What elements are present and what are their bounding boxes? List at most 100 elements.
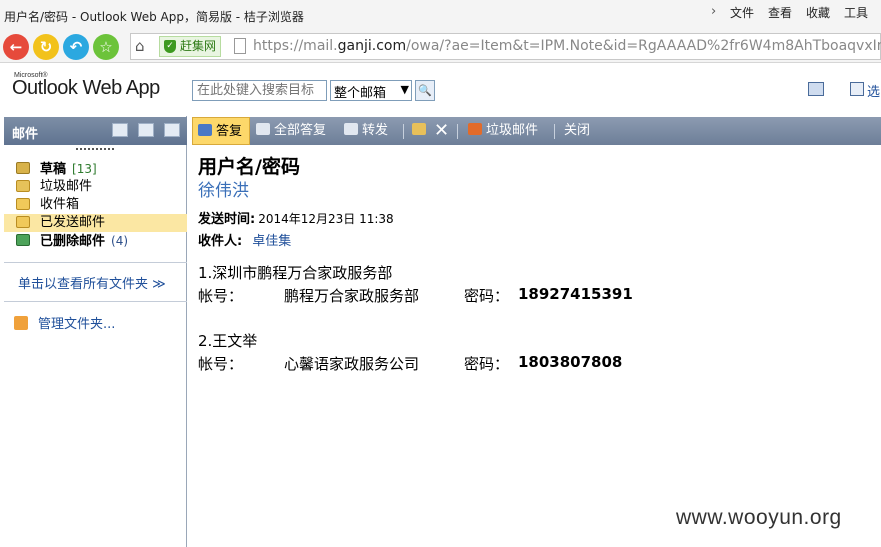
search-input[interactable] — [192, 80, 327, 101]
calendar-icon[interactable] — [138, 123, 154, 137]
back-icon[interactable]: ← — [3, 34, 29, 60]
url-path: /owa/?ae=Item&t=IPM.Note&id=RgAAAAD%2fr6… — [406, 38, 881, 54]
folder-sent[interactable]: 已发送邮件 — [4, 214, 187, 232]
divider — [4, 301, 187, 302]
mail-pane-header: 邮件 — [4, 117, 187, 145]
mail-pane-title: 邮件 — [12, 127, 39, 142]
forward-button[interactable]: 转发 — [344, 117, 388, 145]
password-value: 18927415391 — [518, 285, 633, 303]
safe-site-label: 赶集网 — [180, 39, 217, 53]
folder-deleted[interactable]: 已删除邮件 (4) — [4, 232, 187, 250]
folder-label: 收件箱 — [40, 197, 80, 212]
account-value: 心馨语家政服务公司 — [284, 355, 420, 373]
account-label: 帐号： — [198, 355, 244, 373]
move-button[interactable] — [412, 117, 430, 145]
inbox-icon — [16, 198, 30, 210]
folder-count: (4) — [111, 234, 129, 248]
pane-resize-grip[interactable] — [76, 148, 114, 150]
reply-label: 答复 — [216, 124, 243, 139]
left-navigation-pane: 邮件 草稿 [13] 垃圾邮件 收件箱 已发送邮件 已删除邮件 (4) 单击以查看所… — [0, 116, 187, 547]
options-icon[interactable] — [850, 82, 864, 96]
password-label: 密码： — [464, 355, 510, 373]
manage-folders-label: 管理文件夹... — [38, 317, 116, 332]
folder-drafts[interactable]: 草稿 [13] — [4, 160, 187, 178]
owa-header: Microsoft® Outlook Web App 整个邮箱 ▼ 🔍 选 — [0, 64, 881, 116]
account-label: 帐号： — [198, 287, 244, 305]
drafts-icon — [16, 162, 30, 174]
menu-file[interactable]: 文件 — [730, 4, 754, 21]
manage-folders-icon — [14, 316, 28, 330]
chevron-right-icon[interactable]: › — [711, 4, 716, 19]
reply-button[interactable]: 答复 — [192, 117, 250, 145]
mail-icon[interactable] — [112, 123, 128, 137]
options-label[interactable]: 选 — [867, 81, 880, 100]
forward-label: 转发 — [362, 123, 389, 138]
shield-icon: ✓ — [164, 40, 176, 53]
url-text[interactable]: https://mail.ganji.com/owa/?ae=Item&t=IP… — [253, 38, 881, 54]
delete-icon[interactable]: ✕ — [434, 117, 449, 145]
undo-icon[interactable]: ↶ — [63, 34, 89, 60]
toolbar-separator — [403, 124, 404, 139]
recipient-value[interactable]: 卓佳集 — [252, 234, 291, 249]
folder-count: [13] — [72, 162, 97, 176]
chevron-down-icon: ▼ — [400, 83, 409, 96]
browser-nav-bar: ← ↻ ↶ ☆ ⌂ ✓ 赶集网 https://mail.ganji.com/o… — [0, 30, 881, 63]
toolbar-separator — [554, 124, 555, 139]
favorite-star-icon[interactable]: ☆ — [93, 34, 119, 60]
folder-label: 已删除邮件 — [40, 234, 106, 249]
message-toolbar: 答复 全部答复 转发 ✕ 垃圾邮件 关闭 — [192, 117, 881, 145]
menu-view[interactable]: 查看 — [768, 4, 792, 21]
search-scope-value: 整个邮箱 — [334, 86, 387, 101]
junk-button[interactable]: 垃圾邮件 — [468, 117, 538, 145]
address-book-icon[interactable] — [808, 82, 824, 96]
move-to-folder-icon — [412, 123, 426, 135]
sent-time-label: 发送时间: — [198, 212, 256, 227]
reload-icon[interactable]: ↻ — [33, 34, 59, 60]
menu-favorites[interactable]: 收藏 — [806, 4, 830, 21]
reply-all-label: 全部答复 — [274, 123, 327, 138]
entry-title: 2.王文举 — [198, 332, 258, 350]
watermark: www.wooyun.org — [676, 506, 842, 529]
url-domain: ganji.com — [337, 38, 407, 54]
reply-all-button[interactable]: 全部答复 — [256, 117, 326, 145]
divider — [4, 262, 187, 263]
owa-logo: Outlook Web App — [12, 77, 160, 99]
recipient-row: 收件人: 卓佳集 — [198, 230, 291, 249]
folder-label: 已发送邮件 — [40, 215, 106, 230]
contacts-icon[interactable] — [164, 123, 180, 137]
sent-time-row: 发送时间: 2014年12月23日 11:38 — [198, 208, 394, 227]
password-label: 密码： — [464, 287, 510, 305]
junk-label: 垃圾邮件 — [486, 123, 539, 138]
sent-icon — [16, 216, 30, 228]
page-icon — [234, 38, 246, 54]
folder-list: 草稿 [13] 垃圾邮件 收件箱 已发送邮件 已删除邮件 (4) — [4, 160, 187, 250]
address-bar[interactable]: ⌂ ✓ 赶集网 https://mail.ganji.com/owa/?ae=I… — [130, 33, 881, 60]
toolbar-separator — [457, 124, 458, 139]
close-button[interactable]: 关闭 — [564, 117, 590, 145]
folder-inbox[interactable]: 收件箱 — [4, 196, 187, 214]
sent-time-value: 2014年12月23日 11:38 — [258, 212, 394, 226]
entry-credentials: 帐号： 心馨语家政服务公司 密码： 1803807808 — [198, 353, 622, 374]
junk-icon — [16, 180, 30, 192]
forward-icon — [344, 123, 358, 135]
search-scope-select[interactable]: 整个邮箱 ▼ — [330, 80, 412, 101]
safe-site-badge[interactable]: ✓ 赶集网 — [159, 36, 222, 57]
junk-mail-icon — [468, 123, 482, 135]
trash-icon — [16, 234, 30, 246]
folder-label: 垃圾邮件 — [40, 179, 93, 194]
close-label: 关闭 — [564, 123, 591, 138]
recipient-label: 收件人: — [198, 234, 243, 249]
browser-title-bar: 用户名/密码 - Outlook Web App，简易版 - 桔子浏览器 › 文… — [0, 0, 881, 30]
view-all-folders-link[interactable]: 单击以查看所有文件夹 ≫ — [18, 273, 166, 292]
entry-credentials: 帐号： 鹏程万合家政服务部 密码： 18927415391 — [198, 285, 633, 306]
search-icon[interactable]: 🔍 — [415, 80, 435, 101]
folder-label: 草稿 — [40, 162, 67, 177]
manage-folders-link[interactable]: 管理文件夹... — [14, 313, 115, 332]
menu-tools[interactable]: 工具 — [844, 4, 868, 21]
message-sender[interactable]: 徐伟洪 — [198, 176, 249, 201]
folder-junk[interactable]: 垃圾邮件 — [4, 178, 187, 196]
password-value: 1803807808 — [518, 353, 623, 371]
account-value: 鹏程万合家政服务部 — [284, 287, 420, 305]
window-title: 用户名/密码 - Outlook Web App，简易版 - 桔子浏览器 — [4, 10, 304, 24]
home-icon[interactable]: ⌂ — [135, 37, 145, 55]
